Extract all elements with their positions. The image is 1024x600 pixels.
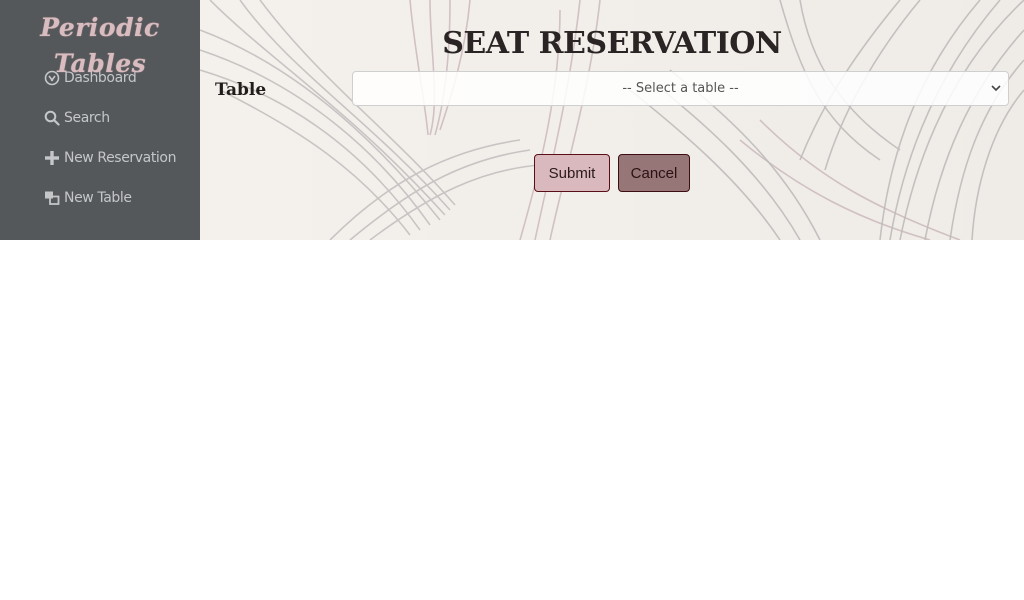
- sidebar-item-label: Dashboard: [64, 70, 137, 86]
- table-select-value: -- Select a table --: [622, 81, 739, 96]
- app: Periodic Tables Dashboard Search New Res…: [0, 0, 1024, 240]
- sidebar-item-label: Search: [64, 110, 110, 126]
- dashboard-icon: [44, 70, 60, 86]
- sidebar-item-label: New Table: [64, 190, 132, 206]
- sidebar: Periodic Tables Dashboard Search New Res…: [0, 0, 200, 240]
- new-table-icon: [44, 190, 60, 206]
- plus-icon: [44, 150, 60, 166]
- sidebar-item-new-table[interactable]: New Table: [0, 178, 200, 218]
- sidebar-item-search[interactable]: Search: [0, 98, 200, 138]
- page-title: SEAT RESERVATION: [442, 26, 782, 61]
- cancel-button[interactable]: Cancel: [618, 154, 690, 192]
- brand-title[interactable]: Periodic Tables: [0, 10, 200, 78]
- main-content: SEAT RESERVATION Table -- Select a table…: [200, 0, 1024, 240]
- chevron-down-icon: [990, 82, 1002, 94]
- search-icon: [44, 110, 60, 126]
- table-select[interactable]: -- Select a table --: [352, 71, 1009, 106]
- sidebar-item-new-reservation[interactable]: New Reservation: [0, 138, 200, 178]
- table-field-label: Table: [215, 80, 267, 100]
- sidebar-item-label: New Reservation: [64, 150, 177, 166]
- submit-button[interactable]: Submit: [534, 154, 610, 192]
- sidebar-nav: Dashboard Search New Reservation New Tab…: [0, 58, 200, 218]
